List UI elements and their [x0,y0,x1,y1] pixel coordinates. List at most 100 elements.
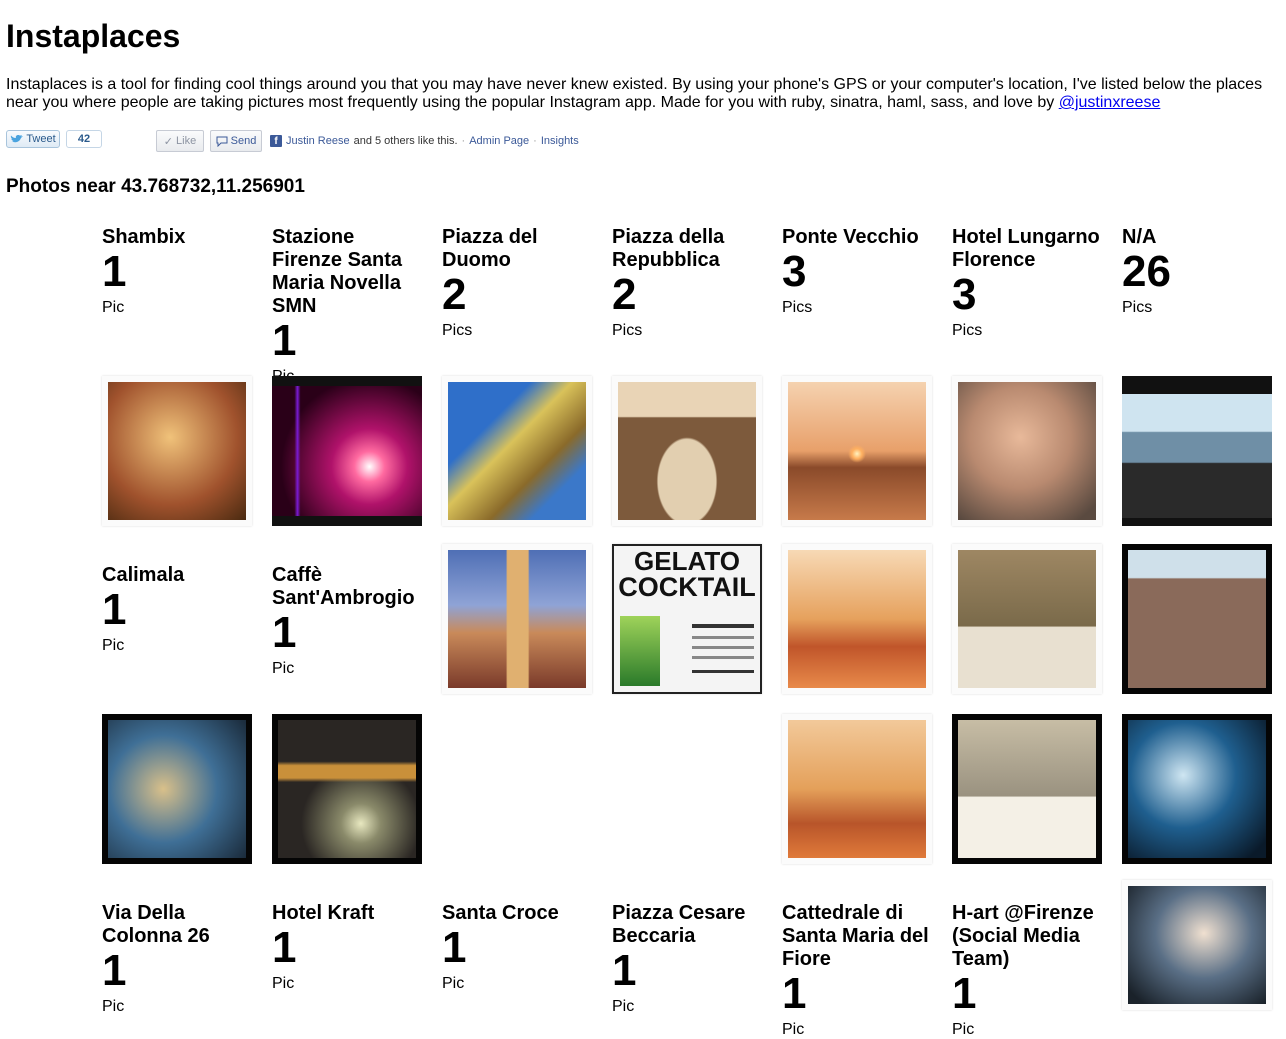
place-card[interactable]: Shambix 1 Pic [102,226,257,317]
place-count: 1 [272,608,297,657]
place-card[interactable]: Hotel Kraft 1 Pic [272,902,427,993]
place-name: Via Della Colonna 26 [102,902,210,947]
place-count: 2 [612,270,637,319]
place-card[interactable]: Cattedrale di Santa Maria del Fiore 1 Pi… [782,902,937,1039]
place-unit: Pic [952,1021,975,1038]
facebook-logo-icon: f [270,135,282,147]
place-count: 1 [272,316,297,365]
place-count: 1 [952,969,977,1018]
photo-thumbnail[interactable] [272,714,422,864]
poster-line-2: COCKTAIL [618,572,756,602]
photo-thumbnail[interactable] [442,376,592,526]
facebook-social-context: f Justin Reese and 5 others like this. ·… [270,135,579,147]
photo-thumbnail[interactable] [952,544,1102,694]
page-title: Instaplaces [6,18,181,54]
place-name: Shambix [102,226,186,248]
place-card[interactable]: N/A 26 Pics [1122,226,1272,317]
place-name: Caffè Sant'Ambrogio [272,564,415,609]
check-icon: ✓ [163,135,174,148]
photo-thumbnail[interactable] [952,376,1102,526]
gelato-poster-photo[interactable]: GELATO COCKTAIL [612,544,762,694]
insights-link[interactable]: Insights [541,135,579,147]
place-unit: Pics [612,322,643,339]
place-unit: Pics [782,299,813,316]
photo-thumbnail[interactable] [1122,544,1272,694]
like-count-text: and 5 others like this. [353,135,458,147]
place-unit: Pic [102,998,125,1015]
photo-thumbnail[interactable] [612,376,762,526]
author-link[interactable]: @justinxreese [1059,94,1161,111]
photo-thumbnail[interactable] [782,376,932,526]
place-card[interactable]: Piazza del Duomo 2 Pics [442,226,597,340]
place-count: 3 [952,270,977,319]
intro-paragraph: Instaplaces is a tool for finding cool t… [6,76,1276,112]
poster-line-1: GELATO [634,546,740,576]
place-name: Piazza Cesare Beccaria [612,902,746,947]
speech-bubble-icon [216,136,228,147]
place-name: Piazza del Duomo [442,226,538,271]
place-card[interactable]: Santa Croce 1 Pic [442,902,597,993]
send-label: Send [230,135,257,147]
place-card[interactable]: Piazza Cesare Beccaria 1 Pic [612,902,767,1016]
photo-thumbnail[interactable] [782,714,932,864]
place-card[interactable]: Stazione Firenze Santa Maria Novella SMN… [272,226,427,386]
place-unit: Pic [272,975,295,992]
place-card[interactable]: Calimala 1 Pic [102,564,257,655]
place-unit: Pic [272,660,295,677]
place-count: 26 [1122,247,1171,296]
friend-link[interactable]: Justin Reese [286,135,350,147]
photo-thumbnail[interactable] [102,714,252,864]
separator: · [461,135,466,147]
place-name: Cattedrale di Santa Maria del Fiore [782,902,929,970]
place-name: Hotel Kraft [272,902,375,924]
place-card[interactable]: Via Della Colonna 26 1 Pic [102,902,257,1016]
place-name: Calimala [102,564,185,586]
photo-thumbnail[interactable] [102,376,252,526]
place-unit: Pic [782,1021,805,1038]
place-unit: Pic [102,299,125,316]
place-unit: Pics [952,322,983,339]
tweet-label: Tweet [26,133,56,145]
photo-thumbnail[interactable] [1122,714,1272,864]
place-count: 1 [102,946,127,995]
place-count: 1 [102,585,127,634]
place-card[interactable]: Ponte Vecchio 3 Pics [782,226,937,317]
send-button[interactable]: Send [210,130,262,152]
tweet-button[interactable]: Tweet [6,130,60,148]
place-name: H-art @Firenze (Social Media Team) [952,902,1094,970]
place-name: N/A [1122,226,1157,248]
like-label: Like [176,135,197,147]
place-card[interactable]: Hotel Lungarno Florence 3 Pics [952,226,1107,340]
place-name: Piazza della Repubblica [612,226,725,271]
place-card[interactable]: Piazza della Repubblica 2 Pics [612,226,767,340]
tweet-count: 42 [66,130,102,148]
place-unit: Pics [1122,299,1153,316]
twitter-bird-icon [11,134,24,142]
place-unit: Pic [612,998,635,1015]
place-count: 1 [102,247,127,296]
place-name: Santa Croce [442,902,559,924]
photo-thumbnail[interactable] [782,544,932,694]
admin-page-link[interactable]: Admin Page [469,135,529,147]
photo-thumbnail[interactable] [1122,880,1272,1010]
place-card[interactable]: H-art @Firenze (Social Media Team) 1 Pic [952,902,1107,1039]
place-count: 1 [272,923,297,972]
photos-heading: Photos near 43.768732,11.256901 [6,176,305,197]
photo-thumbnail[interactable] [952,714,1102,864]
place-count: 1 [442,923,467,972]
place-name: Hotel Lungarno Florence [952,226,1100,271]
place-count: 1 [612,946,637,995]
place-unit: Pic [442,975,465,992]
like-button[interactable]: ✓ Like [156,130,204,152]
place-count: 1 [782,969,807,1018]
place-unit: Pic [102,637,125,654]
place-name: Stazione Firenze Santa Maria Novella SMN [272,226,403,317]
photo-thumbnail[interactable] [1122,376,1272,526]
separator: · [533,135,537,147]
photo-thumbnail[interactable] [272,376,422,526]
photo-thumbnail[interactable] [442,544,592,694]
place-name: Ponte Vecchio [782,226,919,248]
place-unit: Pics [442,322,473,339]
place-card[interactable]: Caffè Sant'Ambrogio 1 Pic [272,564,427,678]
place-count: 2 [442,270,467,319]
